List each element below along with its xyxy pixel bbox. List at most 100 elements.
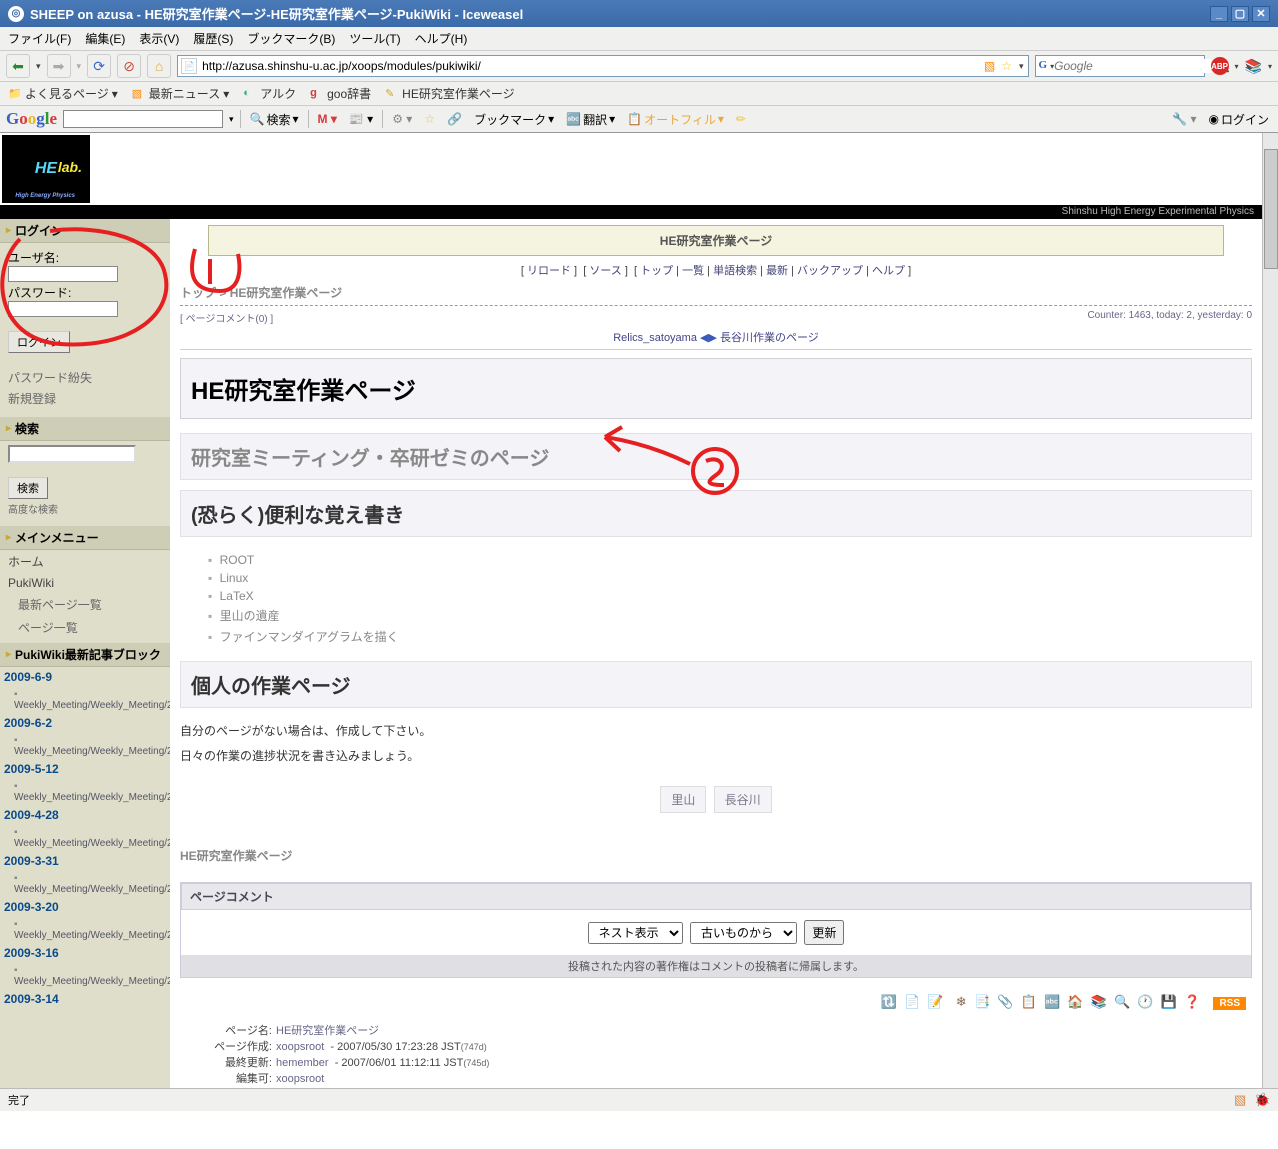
password-input[interactable] (8, 301, 118, 317)
sidebar-search-input[interactable] (8, 445, 136, 463)
search-bar[interactable]: G▾ 🔍 (1035, 55, 1205, 77)
gtb-highlight-button[interactable]: ✏ (733, 112, 749, 126)
link-list[interactable]: 一覧 (682, 265, 704, 277)
link-help[interactable]: ヘルプ (872, 265, 905, 277)
person-hasegawa[interactable]: 長谷川 (714, 786, 772, 813)
link-wordsearch[interactable]: 単語検索 (713, 265, 757, 277)
minimize-button[interactable]: _ (1210, 6, 1228, 22)
page-comment-link[interactable]: ページコメント(0) (186, 314, 268, 325)
rss-badge[interactable]: RSS (1213, 997, 1246, 1010)
home-button[interactable]: ⌂ (147, 54, 171, 78)
menu-tools[interactable]: ツール(T) (349, 30, 400, 47)
recent-article-link[interactable]: Weekly_Meeting/Weekly_Meeting/20090512 (0, 779, 170, 805)
url-bar[interactable]: 📄 ▧ ☆ ▾ (177, 55, 1028, 77)
gtb-gear-button[interactable]: ⚙ ▾ (389, 112, 415, 126)
forgot-password-link[interactable]: パスワード紛失 (8, 367, 162, 388)
menu-bookmarks[interactable]: ブックマーク(B) (247, 30, 335, 47)
bookshelf-icon[interactable]: 📚 (1245, 58, 1262, 75)
list-item[interactable]: 里山の遺産 (208, 605, 1252, 626)
bookmark-star-icon[interactable]: ☆ (1001, 59, 1012, 73)
search-input[interactable] (1054, 59, 1211, 73)
gtb-news-button[interactable]: 📰 ▾ (346, 112, 376, 126)
attach-icon[interactable]: 📎 (997, 994, 1013, 1010)
person-satoyama[interactable]: 里山 (660, 786, 706, 813)
pagemeta-updated-user[interactable]: hemember (276, 1057, 329, 1069)
link-backup[interactable]: バックアップ (797, 265, 863, 277)
helab-logo[interactable]: HElab. High Energy Physics (2, 135, 90, 203)
rename-icon[interactable]: 🔤 (1044, 994, 1060, 1010)
bookmark-alc[interactable]: ◐アルク (243, 85, 296, 102)
backup-icon[interactable]: 💾 (1161, 994, 1177, 1010)
link-source[interactable]: ソース (589, 265, 621, 277)
list-item[interactable]: LaTeX (208, 587, 1252, 605)
recent-article-link[interactable]: Weekly_Meeting/Weekly_Meeting/20090609 (0, 687, 170, 713)
menu-history[interactable]: 履歴(S) (193, 30, 233, 47)
menu-pukiwiki[interactable]: PukiWiki (0, 573, 170, 593)
recent-article-link[interactable]: Weekly_Meeting/Weekly_Meeting/20090331 (0, 871, 170, 897)
list-item[interactable]: ファインマンダイアグラムを描く (208, 626, 1252, 647)
pagemeta-created-user[interactable]: xoopsroot (276, 1041, 324, 1053)
copy-icon[interactable]: 📋 (1021, 994, 1037, 1010)
list-item[interactable]: ROOT (208, 551, 1252, 569)
status-firebug-icon[interactable]: 🐞 (1254, 1092, 1270, 1108)
edit-icon[interactable]: 📝 (927, 994, 943, 1010)
adblock-icon[interactable]: ABP (1211, 57, 1229, 75)
login-button[interactable]: ログイン (8, 331, 70, 353)
pagemeta-editable-user[interactable]: xoopsroot (276, 1073, 324, 1085)
menu-recent-pages[interactable]: 最新ページ一覧 (0, 593, 170, 616)
menu-file[interactable]: ファイル(F) (8, 30, 71, 47)
bookmark-he-lab[interactable]: ✎HE研究室作業ページ (385, 85, 514, 102)
gtb-wrench-button[interactable]: 🔧 ▾ (1169, 112, 1199, 126)
advanced-search-link[interactable]: 高度な検索 (8, 499, 162, 518)
search-icon[interactable]: 🔍 (1114, 994, 1130, 1010)
bookmark-goo[interactable]: ggoo辞書 (310, 85, 371, 102)
username-input[interactable] (8, 266, 118, 282)
link-top[interactable]: トップ (640, 265, 673, 277)
status-rss-icon[interactable]: ▧ (1234, 1092, 1250, 1108)
menu-help[interactable]: ヘルプ(H) (415, 30, 468, 47)
comment-nest-select[interactable]: ネスト表示 (588, 922, 683, 944)
google-toolbar-search-input[interactable] (63, 110, 223, 128)
bookmark-most-visited[interactable]: 📁よく見るページ ▾ (8, 85, 118, 102)
sidebar-search-button[interactable]: 検索 (8, 477, 48, 499)
recent-article-link[interactable]: Weekly_Meeting/Weekly_Meeting/20090428 (0, 825, 170, 851)
menu-view[interactable]: 表示(V) (139, 30, 179, 47)
pagemeta-name[interactable]: HE研究室作業ページ (276, 1025, 379, 1037)
list-icon[interactable]: 📚 (1091, 994, 1107, 1010)
google-icon[interactable]: G (1039, 59, 1048, 73)
rss-icon[interactable]: ▧ (984, 59, 995, 73)
link-reload[interactable]: リロード (527, 265, 571, 277)
next-page-link[interactable]: 長谷川作業のページ (720, 332, 819, 344)
url-dropdown-icon[interactable]: ▾ (1019, 61, 1024, 72)
gtb-autofill-button[interactable]: 📋オートフィル ▾ (624, 111, 727, 128)
help-icon[interactable]: ❓ (1184, 994, 1200, 1010)
prev-page-link[interactable]: Relics_satoyama (613, 332, 697, 344)
recent-icon[interactable]: 🕐 (1137, 994, 1153, 1010)
menu-page-list[interactable]: ページ一覧 (0, 616, 170, 639)
register-link[interactable]: 新規登録 (8, 388, 162, 409)
new-icon[interactable]: 📄 (904, 994, 920, 1010)
gtb-translate-button[interactable]: 🔤翻訳 ▾ (563, 111, 618, 128)
maximize-button[interactable]: ▢ (1231, 6, 1249, 22)
diff-icon[interactable]: 📑 (974, 994, 990, 1010)
freeze-icon[interactable]: ❄ (951, 994, 967, 1010)
bookmark-latest-news[interactable]: ▧最新ニュース ▾ (132, 85, 229, 102)
comment-update-button[interactable]: 更新 (804, 920, 844, 945)
url-input[interactable] (200, 57, 981, 75)
gtb-mail-button[interactable]: M ▾ (315, 112, 340, 126)
gtb-star-button[interactable]: ☆ (421, 112, 438, 126)
menu-edit[interactable]: 編集(E) (85, 30, 125, 47)
recent-article-link[interactable]: Weekly_Meeting/Weekly_Meeting/20090602 (0, 733, 170, 759)
gtb-bookmark-button[interactable]: ブックマーク ▾ (471, 111, 557, 128)
back-button[interactable]: ⬅ (6, 54, 30, 78)
gtb-share-button[interactable]: 🔗 (444, 112, 465, 126)
gtb-login-button[interactable]: ◉ ログイン (1206, 111, 1273, 128)
close-button[interactable]: ✕ (1252, 6, 1270, 22)
reload-button[interactable]: ⟳ (87, 54, 111, 78)
reload-icon[interactable]: 🔃 (881, 994, 897, 1010)
recent-article-link[interactable]: Weekly_Meeting/Weekly_Meeting/20090316 (0, 963, 170, 989)
top-icon[interactable]: 🏠 (1067, 994, 1083, 1010)
menu-home[interactable]: ホーム (0, 550, 170, 573)
forward-button[interactable]: ➡ (47, 54, 71, 78)
stop-button[interactable]: ⊘ (117, 54, 141, 78)
